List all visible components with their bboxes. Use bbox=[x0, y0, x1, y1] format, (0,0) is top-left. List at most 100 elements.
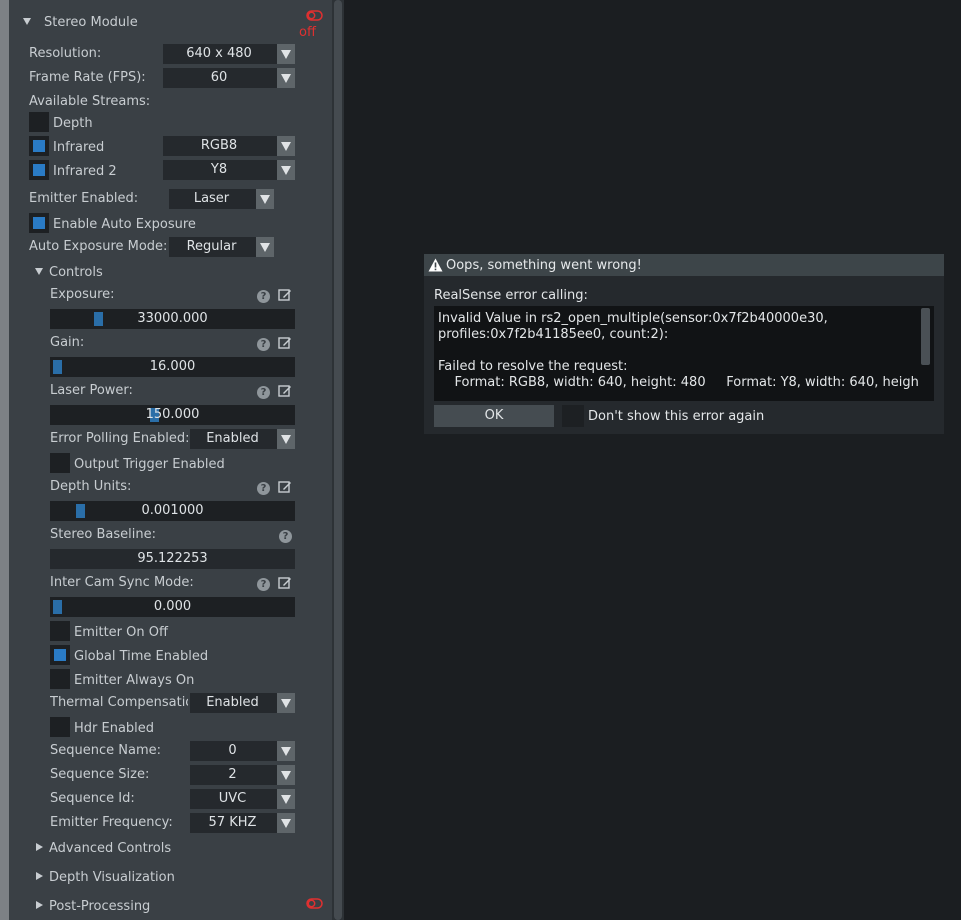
thermal-compensation-select[interactable]: Enabled bbox=[190, 693, 295, 713]
chevron-down-icon[interactable] bbox=[277, 68, 295, 88]
laser-power-slider[interactable]: 150.000 bbox=[50, 405, 295, 425]
emitter-frequency-value: 57 KHZ bbox=[208, 815, 257, 830]
chevron-down-icon[interactable] bbox=[277, 136, 295, 156]
auto-exposure-mode-value: Regular bbox=[186, 239, 237, 254]
exposure-slider[interactable]: 33000.000 bbox=[50, 309, 295, 329]
gain-label: Gain: bbox=[50, 335, 85, 350]
edit-icon[interactable] bbox=[278, 384, 292, 398]
infrared-format-select[interactable]: RGB8 bbox=[163, 136, 295, 156]
chevron-down-icon[interactable] bbox=[277, 693, 295, 713]
exposure-value: 33000.000 bbox=[137, 311, 208, 326]
exposure-label: Exposure: bbox=[50, 287, 115, 302]
chevron-right-icon[interactable] bbox=[36, 872, 43, 880]
power-toggle-icon[interactable] bbox=[306, 10, 324, 22]
edit-icon[interactable] bbox=[278, 480, 292, 494]
dialog-title: Oops, something went wrong! bbox=[446, 258, 642, 273]
gain-slider[interactable]: 16.000 bbox=[50, 357, 295, 377]
help-icon[interactable]: ? bbox=[257, 482, 270, 495]
infrared2-stream-checkbox[interactable] bbox=[29, 160, 49, 180]
stereo-baseline-value: 95.122253 bbox=[137, 551, 208, 566]
sequence-size-value: 2 bbox=[228, 767, 237, 782]
resolution-value: 640 x 480 bbox=[186, 46, 252, 61]
output-trigger-checkbox[interactable] bbox=[50, 453, 70, 473]
chevron-down-icon[interactable] bbox=[256, 237, 274, 257]
error-polling-select[interactable]: Enabled bbox=[190, 429, 295, 449]
fps-label: Frame Rate (FPS): bbox=[29, 70, 146, 85]
fps-select[interactable]: 60 bbox=[163, 68, 295, 88]
edit-icon[interactable] bbox=[278, 288, 292, 302]
help-icon[interactable]: ? bbox=[257, 290, 270, 303]
edit-icon[interactable] bbox=[278, 336, 292, 350]
depth-units-slider[interactable]: 0.001000 bbox=[50, 501, 295, 521]
error-polling-value: Enabled bbox=[206, 431, 259, 446]
resolution-select[interactable]: 640 x 480 bbox=[163, 44, 295, 64]
advanced-controls-header[interactable]: Advanced Controls bbox=[49, 841, 171, 857]
auto-exposure-mode-label: Auto Exposure Mode: bbox=[29, 239, 168, 254]
sequence-name-value: 0 bbox=[228, 743, 237, 758]
panel-scrollbar-thumb[interactable] bbox=[334, 0, 342, 920]
chevron-down-icon[interactable] bbox=[277, 789, 295, 809]
message-scrollbar[interactable] bbox=[921, 308, 930, 365]
sequence-name-select[interactable]: 0 bbox=[190, 741, 295, 761]
message-line: profiles:0x7f2b41185ee0, count:2): bbox=[438, 327, 669, 342]
emitter-always-on-checkbox[interactable] bbox=[50, 669, 70, 689]
sequence-id-label: Sequence Id: bbox=[50, 791, 135, 806]
chevron-down-icon[interactable] bbox=[277, 160, 295, 180]
emitter-enabled-value: Laser bbox=[193, 191, 230, 206]
post-processing-header[interactable]: Post-Processing bbox=[49, 899, 150, 915]
ok-button[interactable]: OK bbox=[434, 405, 554, 427]
message-line: Invalid Value in rs2_open_multiple(senso… bbox=[438, 311, 828, 326]
error-dialog: Oops, something went wrong! RealSense er… bbox=[424, 254, 944, 434]
chevron-down-icon[interactable] bbox=[277, 765, 295, 785]
edit-icon[interactable] bbox=[278, 576, 292, 590]
chevron-down-icon[interactable] bbox=[256, 189, 274, 209]
error-message-box[interactable]: Invalid Value in rs2_open_multiple(senso… bbox=[434, 306, 934, 401]
thermal-compensation-label: Thermal Compensatio bbox=[50, 695, 188, 710]
auto-exposure-label: Enable Auto Exposure bbox=[53, 217, 196, 232]
dialog-title-bar[interactable]: Oops, something went wrong! bbox=[424, 254, 944, 276]
help-icon[interactable]: ? bbox=[257, 386, 270, 399]
controls-header[interactable]: Controls bbox=[49, 265, 103, 281]
stereo-module-title[interactable]: Stereo Module bbox=[44, 15, 138, 31]
hdr-enabled-checkbox[interactable] bbox=[50, 717, 70, 737]
infrared2-format-select[interactable]: Y8 bbox=[163, 160, 295, 180]
sequence-id-select[interactable]: UVC bbox=[190, 789, 295, 809]
controls-collapse-icon[interactable] bbox=[35, 268, 43, 275]
depth-stream-checkbox[interactable] bbox=[29, 112, 49, 132]
help-icon[interactable]: ? bbox=[257, 578, 270, 591]
stereo-baseline-label: Stereo Baseline: bbox=[50, 527, 156, 542]
chevron-down-icon[interactable] bbox=[277, 44, 295, 64]
help-icon[interactable]: ? bbox=[279, 530, 292, 543]
global-time-checkbox[interactable] bbox=[50, 645, 70, 665]
depth-units-label: Depth Units: bbox=[50, 479, 132, 494]
fps-value: 60 bbox=[210, 70, 228, 85]
infrared2-stream-label: Infrared 2 bbox=[53, 164, 117, 179]
inter-cam-sync-slider[interactable]: 0.000 bbox=[50, 597, 295, 617]
emitter-on-off-checkbox[interactable] bbox=[50, 621, 70, 641]
sequence-id-value: UVC bbox=[218, 791, 247, 806]
chevron-right-icon[interactable] bbox=[36, 843, 43, 851]
sequence-name-label: Sequence Name: bbox=[50, 743, 161, 758]
chevron-down-icon[interactable] bbox=[277, 813, 295, 833]
help-icon[interactable]: ? bbox=[257, 338, 270, 351]
infrared2-format-value: Y8 bbox=[210, 162, 228, 177]
chevron-down-icon[interactable] bbox=[277, 429, 295, 449]
auto-exposure-mode-select[interactable]: Regular bbox=[169, 237, 274, 257]
sequence-size-select[interactable]: 2 bbox=[190, 765, 295, 785]
inter-cam-sync-label: Inter Cam Sync Mode: bbox=[50, 575, 194, 590]
infrared-stream-checkbox[interactable] bbox=[29, 136, 49, 156]
gain-value: 16.000 bbox=[149, 359, 196, 374]
collapse-arrow-icon[interactable] bbox=[23, 18, 31, 25]
chevron-down-icon[interactable] bbox=[277, 741, 295, 761]
global-time-label: Global Time Enabled bbox=[74, 649, 209, 664]
auto-exposure-checkbox[interactable] bbox=[29, 213, 49, 233]
emitter-frequency-select[interactable]: 57 KHZ bbox=[190, 813, 295, 833]
chevron-right-icon[interactable] bbox=[36, 901, 43, 909]
hdr-enabled-label: Hdr Enabled bbox=[74, 721, 155, 736]
warning-icon bbox=[428, 258, 443, 272]
post-processing-toggle-icon[interactable] bbox=[306, 898, 324, 910]
dont-show-checkbox[interactable] bbox=[562, 405, 584, 427]
depth-visualization-header[interactable]: Depth Visualization bbox=[49, 870, 175, 886]
emitter-enabled-select[interactable]: Laser bbox=[169, 189, 274, 209]
sequence-size-label: Sequence Size: bbox=[50, 767, 150, 782]
